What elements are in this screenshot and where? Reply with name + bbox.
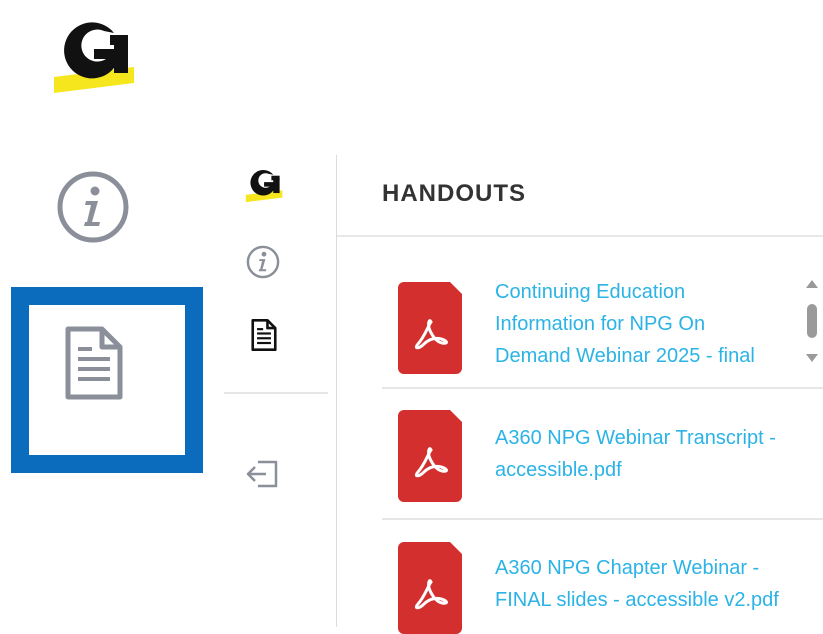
divider (382, 387, 823, 389)
panel-title: HANDOUTS (382, 180, 526, 207)
handout-title-line[interactable]: A360 NPG Chapter Webinar - (495, 552, 815, 584)
logo (54, 22, 134, 93)
exit-icon[interactable] (244, 456, 280, 492)
scroll-down-icon (806, 354, 818, 362)
scroll-up-icon (806, 280, 818, 288)
document-icon[interactable] (64, 325, 124, 401)
logo (245, 169, 283, 203)
handout-title-line[interactable]: A360 NPG Webinar Transcript - (495, 422, 815, 454)
handout-title-line[interactable]: Continuing Education (495, 276, 815, 308)
document-icon[interactable] (251, 318, 277, 352)
divider (337, 235, 823, 237)
scrollbar-thumb (807, 304, 817, 338)
pdf-icon (398, 542, 462, 634)
scrollbar[interactable] (802, 276, 822, 372)
info-icon[interactable] (56, 170, 130, 244)
handout-title-line[interactable]: Demand Webinar 2025 - final (495, 340, 815, 372)
divider (224, 392, 328, 394)
divider (382, 518, 823, 520)
handout-item[interactable]: A360 NPG Webinar Transcript - accessible… (382, 408, 822, 508)
handout-title-line[interactable]: Information for NPG On (495, 308, 815, 340)
panel-border (336, 155, 337, 627)
pdf-icon (398, 410, 462, 502)
pdf-icon (398, 282, 462, 374)
handout-title-line[interactable]: accessible.pdf (495, 454, 815, 486)
handout-item[interactable]: Continuing Education Information for NPG… (382, 276, 822, 376)
mini-sidebar (224, 155, 336, 627)
handout-item[interactable]: A360 NPG Chapter Webinar - FINAL slides … (382, 540, 822, 634)
handout-title-line[interactable]: FINAL slides - accessible v2.pdf (495, 584, 815, 616)
info-icon[interactable] (245, 244, 281, 280)
